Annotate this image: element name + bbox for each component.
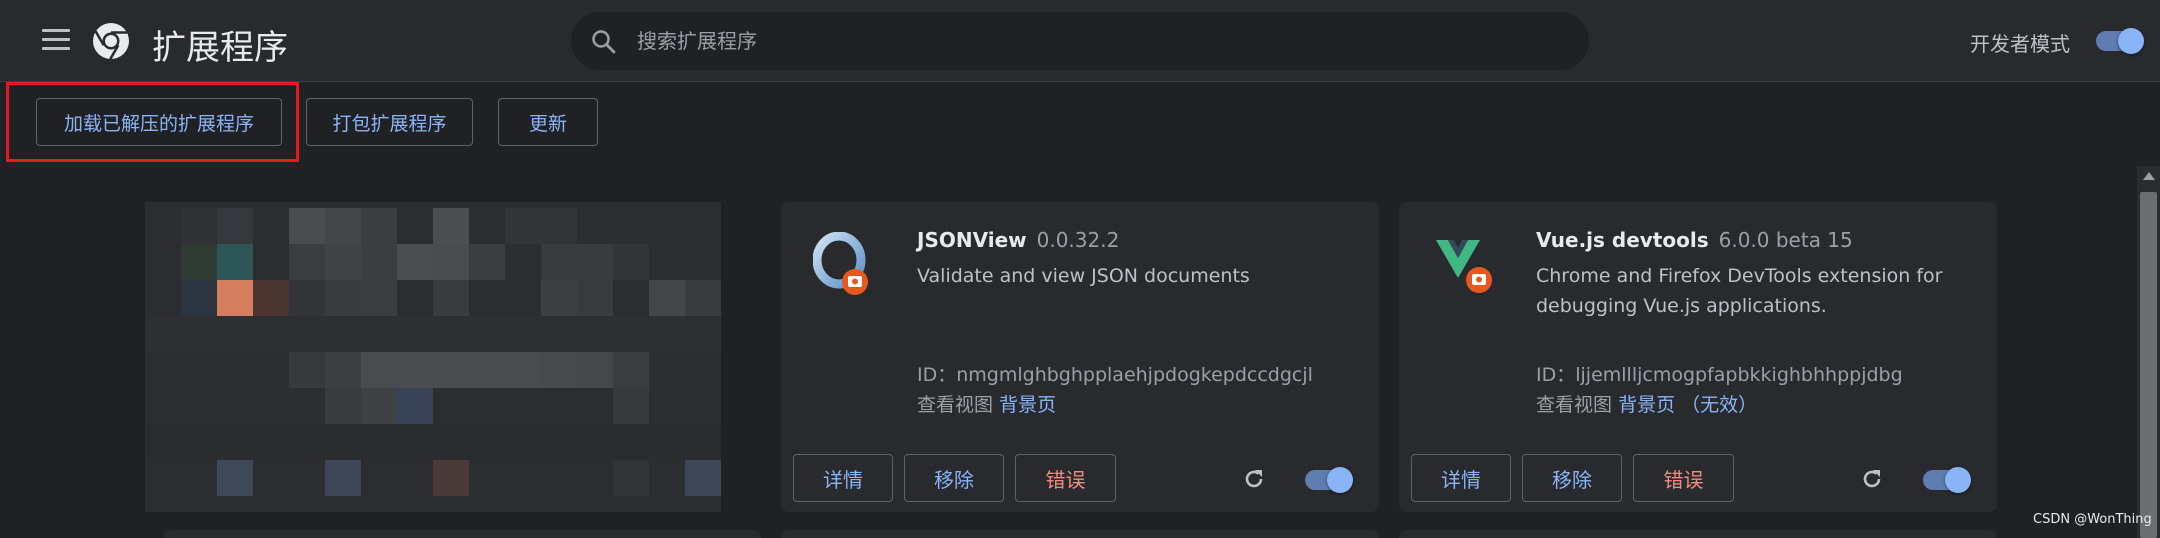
load-unpacked-button[interactable]: 加载已解压的扩展程序 bbox=[36, 98, 282, 146]
inactive-label: （无效） bbox=[1681, 394, 1758, 416]
extension-description: Chrome and Firefox DevTools extension fo… bbox=[1536, 265, 1943, 317]
details-button[interactable]: 详情 bbox=[1411, 454, 1511, 502]
remove-button[interactable]: 移除 bbox=[1522, 454, 1622, 502]
extension-name: JSONView 0.0.32.2 bbox=[917, 228, 1120, 252]
details-button[interactable]: 详情 bbox=[793, 454, 893, 502]
extension-version: 0.0.32.2 bbox=[1036, 228, 1120, 252]
reload-icon[interactable] bbox=[1241, 466, 1267, 492]
search-icon bbox=[592, 30, 616, 54]
extension-card-partial bbox=[1399, 530, 1997, 538]
extension-version: 6.0.0 beta 15 bbox=[1718, 228, 1853, 252]
inspect-views: 查看视图 背景页 bbox=[917, 394, 1057, 416]
extension-card-jsonview: JSONView 0.0.32.2 Validate and view JSON … bbox=[781, 202, 1379, 512]
update-button[interactable]: 更新 bbox=[498, 98, 598, 146]
watermark: CSDN @WonThing bbox=[2033, 512, 2152, 527]
dev-mode-toggle[interactable] bbox=[2096, 28, 2144, 54]
scroll-thumb[interactable] bbox=[2140, 192, 2157, 538]
errors-button[interactable]: 错误 bbox=[1633, 454, 1734, 502]
extension-card-partial bbox=[163, 530, 761, 538]
extension-enable-toggle[interactable] bbox=[1305, 467, 1353, 493]
search-box[interactable] bbox=[571, 12, 1589, 70]
inspect-views: 查看视图 背景页 （无效） bbox=[1536, 394, 1758, 416]
header-bar: 扩展程序 开发者模式 bbox=[0, 0, 2160, 82]
chrome-logo-icon bbox=[93, 23, 129, 60]
background-page-link[interactable]: 背景页 bbox=[1618, 394, 1675, 416]
menu-icon[interactable] bbox=[42, 29, 70, 51]
extension-name: Vue.js devtools 6.0.0 beta 15 bbox=[1536, 228, 1853, 252]
obscured-extension-card bbox=[145, 202, 760, 512]
vertical-scrollbar[interactable] bbox=[2137, 166, 2160, 538]
extension-card-partial bbox=[781, 530, 1379, 538]
search-input[interactable] bbox=[637, 24, 1557, 58]
extension-enable-toggle[interactable] bbox=[1923, 467, 1971, 493]
dev-mode-label: 开发者模式 bbox=[1970, 32, 2070, 56]
page-title: 扩展程序 bbox=[152, 28, 288, 68]
pack-extension-button[interactable]: 打包扩展程序 bbox=[306, 98, 473, 146]
vue-icon bbox=[1436, 240, 1492, 293]
scroll-up-arrow-icon[interactable] bbox=[2143, 172, 2155, 180]
reload-icon[interactable] bbox=[1859, 466, 1885, 492]
extension-card-vue-devtools: Vue.js devtools 6.0.0 beta 15 Chrome and … bbox=[1399, 202, 1997, 512]
extension-id: ID：ljjemllljcmogpfapbkkighbhhppjdbg bbox=[1536, 364, 1903, 386]
errors-button[interactable]: 错误 bbox=[1015, 454, 1116, 502]
remove-button[interactable]: 移除 bbox=[904, 454, 1004, 502]
extension-description: Validate and view JSON documents bbox=[917, 265, 1250, 287]
background-page-link[interactable]: 背景页 bbox=[999, 394, 1056, 416]
jsonview-icon bbox=[813, 232, 868, 295]
extension-id: ID：nmgmlghbghpplaehjpdogkepdccdgcjl bbox=[917, 364, 1313, 386]
